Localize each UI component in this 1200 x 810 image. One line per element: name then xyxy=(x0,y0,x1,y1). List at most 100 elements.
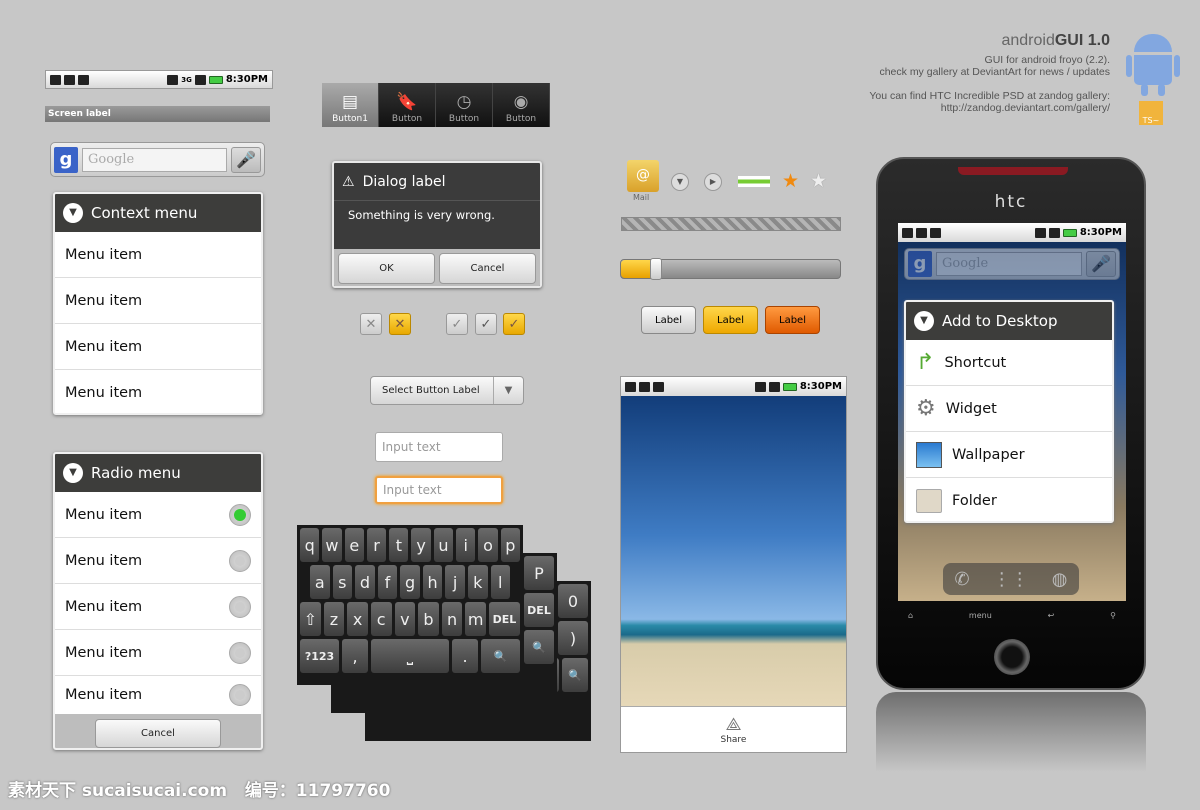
star-filled-icon[interactable]: ★ xyxy=(782,170,799,192)
menu-item[interactable]: Menu item xyxy=(55,370,261,413)
key[interactable]: j xyxy=(445,565,465,599)
key[interactable]: o xyxy=(478,528,498,562)
key[interactable]: DEL xyxy=(489,602,520,636)
key[interactable]: ) xyxy=(558,621,588,655)
tab-button[interactable]: ◷ Button xyxy=(436,83,493,127)
radio-button[interactable] xyxy=(229,595,251,618)
key[interactable]: y xyxy=(411,528,431,562)
label-button-focused[interactable]: Label xyxy=(703,306,758,334)
key[interactable]: 🔍 xyxy=(524,630,554,664)
key[interactable]: b xyxy=(418,602,439,636)
key[interactable]: 0 xyxy=(558,584,588,618)
tab-button[interactable]: 🔖 Button xyxy=(379,83,436,127)
apps-grid-icon[interactable]: ⋮⋮ xyxy=(993,569,1029,590)
key[interactable]: r xyxy=(366,528,387,562)
search-icon[interactable]: ⚲ xyxy=(1110,611,1116,620)
key[interactable]: DEL xyxy=(524,593,554,627)
menu-item-widget[interactable]: ⚙ Widget xyxy=(906,386,1112,432)
key[interactable]: n xyxy=(441,602,463,636)
key[interactable]: d xyxy=(355,565,375,599)
menu-item[interactable]: Menu item xyxy=(55,324,261,370)
menu-item-folder[interactable]: Folder xyxy=(906,478,1112,521)
checkbox[interactable]: ✓ xyxy=(446,313,468,335)
key[interactable]: v xyxy=(394,602,416,636)
radio-button[interactable] xyxy=(229,684,251,706)
menu-item[interactable]: Menu item xyxy=(55,278,261,324)
key[interactable]: 🔍 xyxy=(562,658,588,692)
radio-item[interactable]: Menu item xyxy=(55,492,261,538)
chevron-down-icon[interactable]: ▼ xyxy=(671,173,689,191)
close-icon[interactable]: ✕ xyxy=(389,313,411,335)
tab-button1[interactable]: ▤ Button1 xyxy=(322,83,379,127)
key[interactable]: w xyxy=(322,528,342,562)
search-input[interactable]: Google xyxy=(936,252,1082,276)
slider-thumb[interactable] xyxy=(650,258,663,280)
key[interactable]: . xyxy=(452,639,478,673)
menu-item[interactable]: Menu item xyxy=(55,232,261,278)
close-icon[interactable]: ✕ xyxy=(360,313,382,335)
key[interactable]: t xyxy=(389,528,409,562)
phone-icon[interactable]: ✆ xyxy=(955,569,970,590)
radio-button[interactable] xyxy=(229,641,251,664)
key[interactable]: a xyxy=(310,565,330,599)
key[interactable]: ?123 xyxy=(300,639,339,673)
key[interactable]: x xyxy=(347,602,368,636)
radio-item[interactable]: Menu item xyxy=(55,584,261,630)
microphone-icon[interactable]: 🎤 xyxy=(231,146,261,173)
radio-button-selected[interactable] xyxy=(229,503,251,526)
text-input-focused[interactable]: Input text xyxy=(375,476,503,504)
watermark-site: 素材天下 sucaisucai.com xyxy=(8,781,228,801)
select-button[interactable]: Select Button Label ▼ xyxy=(370,376,524,405)
home-icon[interactable]: ⌂ xyxy=(908,611,913,620)
radio-item[interactable]: Menu item xyxy=(55,676,261,714)
search-input[interactable]: Google xyxy=(82,147,227,172)
microphone-icon[interactable]: 🎤 xyxy=(1086,251,1116,277)
key[interactable]: 🔍 xyxy=(481,639,520,673)
trackball[interactable] xyxy=(994,639,1030,675)
text-input[interactable]: Input text xyxy=(375,432,503,462)
key[interactable]: z xyxy=(323,602,345,636)
star-empty-icon[interactable]: ★ xyxy=(810,170,827,192)
mail-icon[interactable]: @ xyxy=(627,160,659,192)
key[interactable]: h xyxy=(422,565,443,599)
key[interactable]: s xyxy=(332,565,353,599)
key[interactable]: k xyxy=(467,565,488,599)
key[interactable]: P xyxy=(524,556,554,590)
key[interactable]: u xyxy=(433,528,454,562)
label-button-default[interactable]: Label xyxy=(641,306,696,334)
browser-icon[interactable]: ◍ xyxy=(1052,569,1068,590)
keyboard-row: asdfghjkl xyxy=(300,565,520,599)
label-button-pressed[interactable]: Label xyxy=(765,306,820,334)
key[interactable]: e xyxy=(344,528,364,562)
key[interactable]: m xyxy=(465,602,486,636)
checkbox-checked[interactable]: ✓ xyxy=(503,313,525,335)
menu-key[interactable]: menu xyxy=(969,611,992,620)
chevron-right-icon[interactable]: ▶ xyxy=(704,173,722,191)
share-button[interactable]: ⟁ Share xyxy=(621,706,846,752)
slider[interactable] xyxy=(620,258,841,280)
key[interactable]: ⇧ xyxy=(300,602,321,636)
back-icon[interactable]: ↩ xyxy=(1048,611,1055,620)
key[interactable]: , xyxy=(342,639,368,673)
key[interactable]: l xyxy=(490,565,511,599)
cancel-button[interactable]: Cancel xyxy=(95,718,221,748)
ok-button[interactable]: OK xyxy=(338,253,435,284)
key[interactable]: g xyxy=(400,565,420,599)
key[interactable]: q xyxy=(300,528,320,562)
key[interactable]: p xyxy=(500,528,520,562)
tab-button[interactable]: ◉ Button xyxy=(493,83,550,127)
key[interactable]: i xyxy=(456,528,476,562)
radio-item[interactable]: Menu item xyxy=(55,538,261,584)
key[interactable]: ⎵ xyxy=(371,639,449,673)
key[interactable]: f xyxy=(377,565,398,599)
radio-button[interactable] xyxy=(229,549,251,572)
gear-icon: ⚙ xyxy=(916,396,936,421)
key[interactable]: c xyxy=(370,602,392,636)
radio-item[interactable]: Menu item xyxy=(55,630,261,676)
menu-item-shortcut[interactable]: ↱ Shortcut xyxy=(906,340,1112,386)
credit-link[interactable]: http://zandog.deviantart.com/gallery/ xyxy=(869,102,1110,114)
credit-line: You can find HTC Incredible PSD at zando… xyxy=(869,90,1110,102)
menu-item-wallpaper[interactable]: Wallpaper xyxy=(906,432,1112,478)
cancel-button[interactable]: Cancel xyxy=(439,253,536,284)
checkbox[interactable]: ✓ xyxy=(475,313,497,335)
